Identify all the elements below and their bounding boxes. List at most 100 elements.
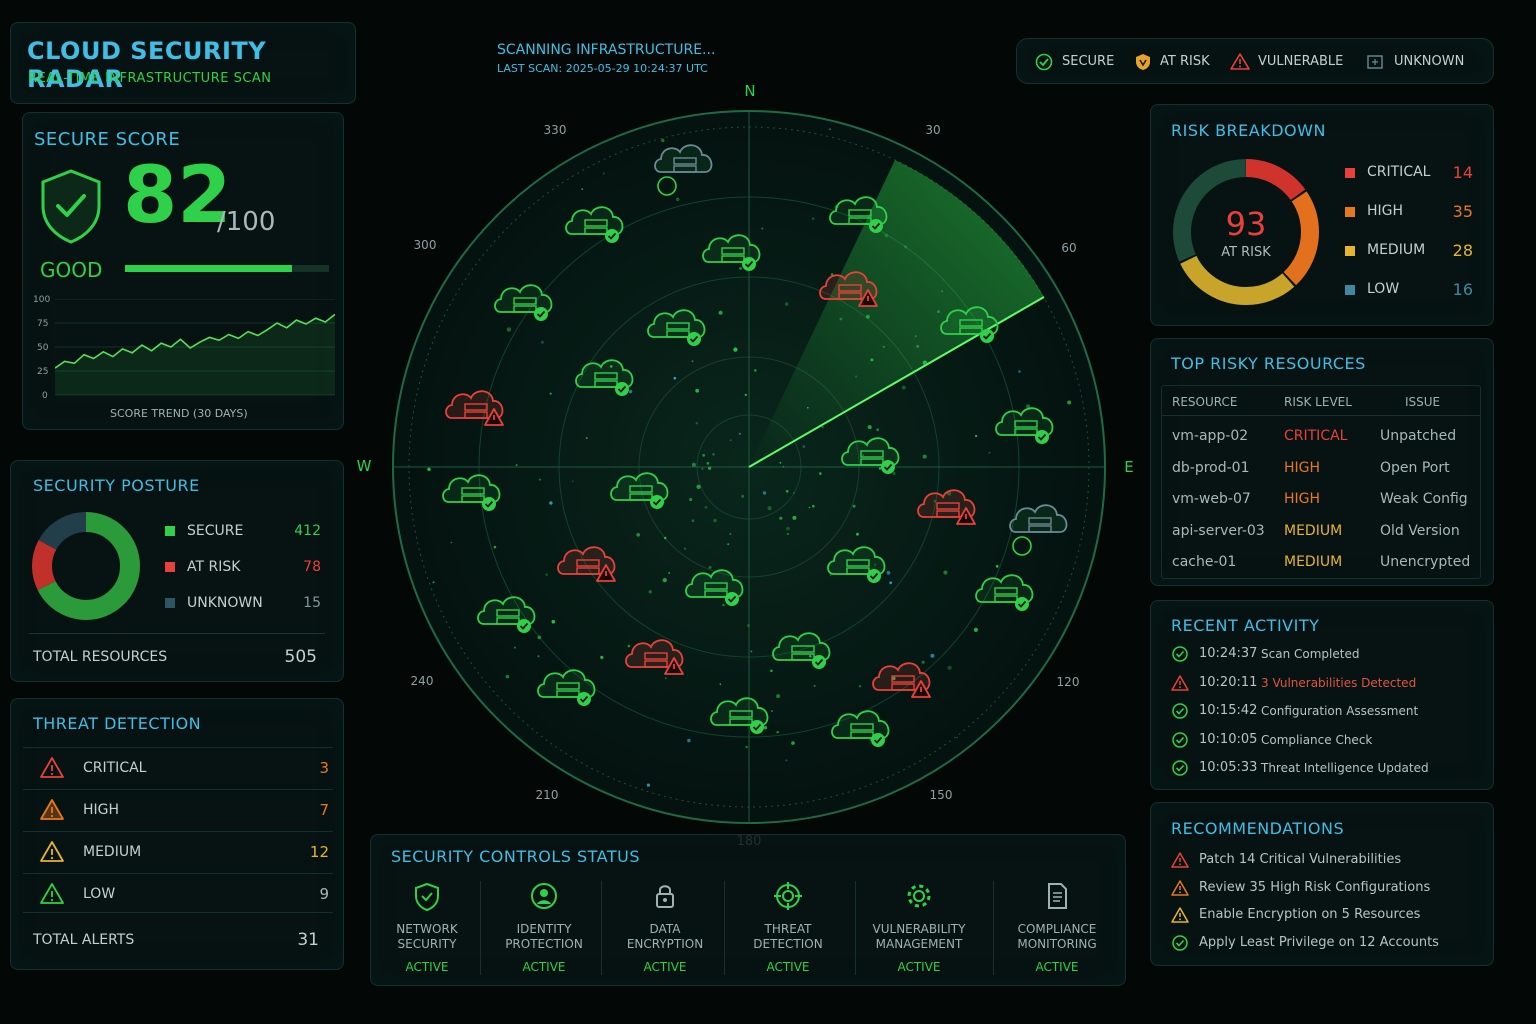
radar-blip — [691, 462, 696, 467]
radar-blip — [636, 533, 641, 537]
recommendation-item[interactable]: Review 35 High Risk Configurations — [1171, 879, 1487, 899]
total-alerts-value: 31 — [297, 930, 319, 950]
radar-blip — [750, 650, 753, 653]
posture-value: 15 — [303, 595, 321, 611]
score-progress-fill — [125, 265, 293, 272]
radar-blip — [779, 516, 783, 520]
control-status: ACTIVE — [1035, 960, 1079, 974]
risk-value: 35 — [1452, 202, 1473, 221]
security-posture-panel: SECURITY POSTURE SECURE 412 AT RISK 78 U… — [10, 460, 344, 682]
posture-label: AT RISK — [187, 559, 241, 575]
posture-row-unknown: UNKNOWN 15 — [165, 595, 321, 613]
activity-item[interactable]: 10:05:33 Threat Intelligence Updated — [1171, 759, 1481, 779]
threat-row-low[interactable]: LOW 9 — [23, 873, 333, 913]
radar-blip — [995, 564, 999, 568]
threat-row-medium[interactable]: MEDIUM 12 — [23, 831, 333, 871]
risk-swatch — [1345, 285, 1355, 295]
threat-count: 7 — [319, 801, 329, 819]
recommendation-item[interactable]: Apply Least Privilege on 12 Accounts — [1171, 934, 1487, 954]
control-network[interactable]: NETWORK SECURITY ACTIVE — [372, 879, 482, 979]
threat-row-high[interactable]: HIGH 7 — [23, 789, 333, 829]
col-header-risk-level: RISK LEVEL — [1284, 395, 1352, 409]
risk-row-low: LOW 16 — [1345, 280, 1473, 300]
controls-title: SECURITY CONTROLS STATUS — [391, 847, 641, 866]
radar-blip — [785, 489, 789, 493]
score-max: /100 — [217, 207, 276, 237]
posture-donut — [32, 512, 140, 620]
risk-value: 16 — [1452, 280, 1473, 299]
radar-blip — [687, 738, 691, 743]
security-controls-panel: SECURITY CONTROLS STATUS NETWORK SECURITY… — [370, 834, 1126, 986]
control-compliance[interactable]: COMPLIANCE MONITORING ACTIVE — [1002, 879, 1112, 979]
risk-row-high: HIGH 35 — [1345, 202, 1473, 222]
check-circle-icon — [1172, 731, 1188, 748]
y-tick: 0 — [42, 391, 48, 401]
table-row[interactable]: vm-app-02 CRITICAL Unpatched — [1162, 424, 1480, 452]
table-row[interactable]: cache-01 MEDIUM Unencrypted — [1162, 550, 1480, 578]
risk-level: HIGH — [1284, 491, 1321, 507]
control-data[interactable]: DATA ENCRYPTION ACTIVE — [610, 879, 720, 979]
risk-label: CRITICAL — [1367, 164, 1431, 180]
radar-blip — [696, 484, 701, 489]
radar-blip — [661, 138, 665, 143]
radar-blip — [791, 741, 795, 745]
activity-time: 10:20:11 — [1199, 674, 1258, 690]
check-circle-icon — [1172, 760, 1188, 776]
table-row[interactable]: vm-web-07 HIGH Weak Config — [1162, 487, 1480, 515]
recommendation-item[interactable]: Enable Encryption on 5 Resources — [1171, 906, 1487, 926]
degree-label: 240 — [411, 674, 434, 688]
radar-blip — [941, 290, 943, 293]
radar-blip — [754, 369, 757, 372]
recs-title: RECOMMENDATIONS — [1171, 819, 1345, 838]
posture-value: 412 — [294, 523, 321, 539]
check-circle-icon — [750, 720, 764, 734]
posture-divider — [29, 633, 325, 634]
col-header-issue: ISSUE — [1405, 395, 1441, 409]
legend-unknown-label: UNKNOWN — [1394, 54, 1465, 69]
score-progress-track — [125, 265, 329, 272]
control-vulnerability[interactable]: VULNERABILITY MANAGEMENT ACTIVE — [864, 879, 974, 979]
warning-triangle-icon — [1171, 879, 1189, 896]
info-triangle-icon — [40, 883, 64, 904]
radar-blip — [695, 422, 698, 425]
activity-item[interactable]: 10:24:37 Scan Completed — [1171, 645, 1481, 665]
radar-blip — [727, 543, 730, 546]
activity-item[interactable]: 10:10:05 Compliance Check — [1171, 731, 1481, 751]
radar-blip — [886, 570, 891, 575]
total-alerts-label: TOTAL ALERTS — [33, 932, 135, 948]
control-name-line1: THREAT — [764, 922, 812, 936]
radar-blip — [821, 425, 824, 429]
radar-blip — [812, 504, 815, 508]
radar-blip — [744, 393, 747, 397]
issue: Unencrypted — [1380, 554, 1471, 570]
check-circle-icon — [867, 569, 881, 583]
activity-text: Scan Completed — [1261, 647, 1360, 661]
table-row[interactable]: api-server-03 MEDIUM Old Version — [1162, 519, 1480, 547]
radar-blip — [839, 317, 843, 321]
radar-blip — [713, 518, 717, 523]
control-threat[interactable]: THREAT DETECTION ACTIVE — [733, 879, 843, 979]
recommendation-item[interactable]: Patch 14 Critical Vulnerabilities — [1171, 851, 1487, 871]
radar-blip — [770, 669, 773, 673]
check-circle-icon — [725, 592, 739, 606]
degree-label: 210 — [536, 788, 559, 802]
radar-blip — [786, 533, 789, 535]
table-row[interactable]: db-prod-01 HIGH Open Port — [1162, 456, 1480, 484]
risk-total-label: AT RISK — [1221, 245, 1271, 260]
threat-count: 12 — [309, 843, 329, 861]
risk-label: HIGH — [1367, 203, 1404, 219]
radar-blip — [819, 472, 822, 475]
secure-score-title: SECURE SCORE — [34, 129, 181, 150]
activity-item[interactable]: 10:15:42 Configuration Assessment — [1171, 702, 1481, 722]
check-circle-icon — [1172, 646, 1188, 662]
threat-label: LOW — [83, 886, 116, 902]
degree-label: 330 — [544, 123, 567, 137]
activity-item[interactable]: 10:20:11 3 Vulnerabilities Detected — [1171, 674, 1481, 694]
control-identity[interactable]: IDENTITY PROTECTION ACTIVE — [489, 879, 599, 979]
gear-icon — [907, 884, 931, 908]
threat-row-critical[interactable]: CRITICAL 3 — [23, 747, 333, 787]
radar-blip — [916, 344, 920, 348]
posture-row-secure: SECURE 412 — [165, 523, 321, 541]
radar-blip — [914, 335, 917, 338]
check-circle-icon — [1172, 703, 1188, 719]
